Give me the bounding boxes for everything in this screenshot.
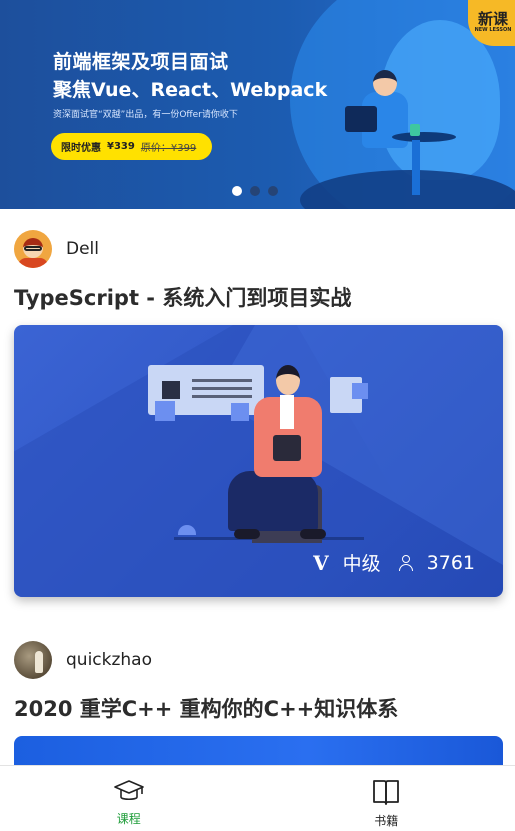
banner-illustration <box>412 140 420 195</box>
avatar <box>14 641 52 679</box>
promo-banner[interactable]: 前端框架及项目面试 聚焦Vue、React、Webpack 资深面试官“双越”出… <box>0 0 515 209</box>
graduation-cap-icon <box>113 780 144 801</box>
banner-illustration <box>392 132 456 142</box>
banner-subline: 资深面试官“双越”出品，有一份Offer请你收下 <box>53 110 238 120</box>
promo-tag: 限时优惠 <box>61 143 101 154</box>
carousel-indicator <box>232 186 278 196</box>
tab-label: 课程 <box>116 812 141 826</box>
tab-label: 书籍 <box>374 814 399 828</box>
carousel-dot[interactable] <box>268 186 278 196</box>
open-book-icon <box>373 780 400 805</box>
banner-illustration <box>373 70 397 96</box>
banner-headline-2: 聚焦Vue、React、Webpack <box>53 79 328 101</box>
promo-price: ¥339 <box>107 141 135 152</box>
v-level-icon: V <box>313 550 329 575</box>
course-cover[interactable]: V 中级 3761 <box>14 325 503 597</box>
course-author[interactable]: quickzhao <box>14 640 503 680</box>
banner-headline: 前端框架及项目面试 <box>53 51 229 73</box>
bottom-tab-bar: 课程 书籍 <box>0 765 515 831</box>
course-meta: V 中级 3761 <box>313 549 475 576</box>
course-level: 中级 <box>342 553 381 575</box>
promo-old-price: 原价：¥399 <box>140 143 197 154</box>
course-card[interactable]: quickzhao 2020 重学C++ 重构你的C++知识体系 <box>14 640 503 776</box>
carousel-dot[interactable] <box>250 186 260 196</box>
course-card[interactable]: Dell TypeScript - 系统入门到项目实战 V 中级 3761 <box>14 229 503 597</box>
student-count: 3761 <box>426 551 475 574</box>
laptop-illustration <box>345 106 377 132</box>
new-badge-label: 新课 <box>477 9 508 28</box>
author-name: Dell <box>66 239 99 259</box>
carousel-dot[interactable] <box>232 186 242 196</box>
course-author[interactable]: Dell <box>14 229 503 269</box>
user-icon <box>398 554 413 571</box>
promo-price-pill: 限时优惠 ¥339 原价：¥399 <box>51 133 212 160</box>
course-title[interactable]: 2020 重学C++ 重构你的C++知识体系 <box>14 693 503 723</box>
avatar <box>14 230 52 268</box>
tab-courses[interactable]: 课程 <box>0 766 258 831</box>
new-badge-sublabel: NEW LESSON <box>474 26 512 33</box>
course-title[interactable]: TypeScript - 系统入门到项目实战 <box>14 282 503 312</box>
tab-books[interactable]: 书籍 <box>258 766 515 831</box>
author-name: quickzhao <box>66 650 152 670</box>
banner-illustration <box>410 124 420 136</box>
